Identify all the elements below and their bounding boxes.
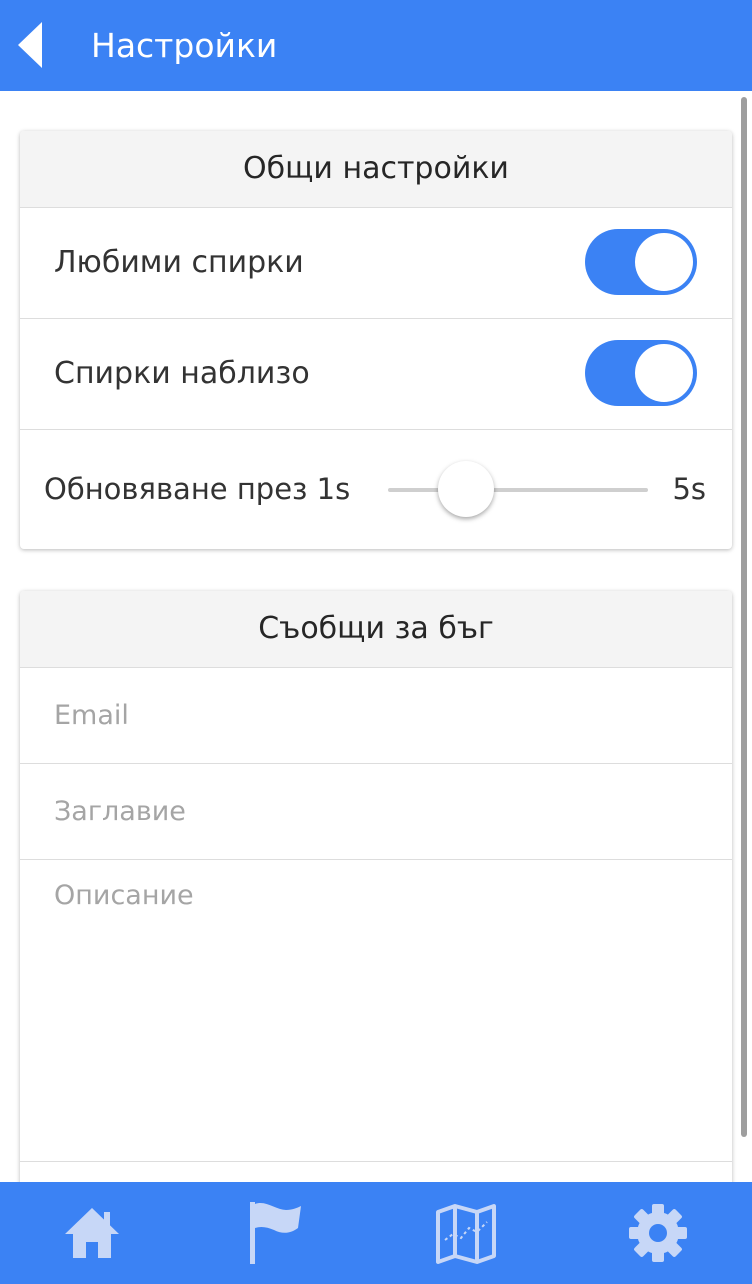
- flag-icon[interactable]: [240, 1200, 310, 1266]
- general-settings-card: Общи настройки Любими спирки Спирки набл…: [20, 131, 732, 549]
- refresh-interval-label: Обновяване през 1s: [44, 472, 351, 506]
- general-settings-title: Общи настройки: [20, 131, 732, 208]
- nearby-stops-toggle-knob: [635, 344, 693, 402]
- favorite-stops-toggle[interactable]: [585, 229, 697, 295]
- email-field[interactable]: [20, 668, 732, 764]
- favorite-stops-label: Любими спирки: [54, 245, 304, 280]
- refresh-interval-max-label: 5s: [672, 472, 706, 506]
- home-icon[interactable]: [57, 1200, 127, 1266]
- page-title: Настройки: [91, 26, 278, 65]
- nearby-stops-label: Спирки наблизо: [54, 356, 310, 391]
- favorite-stops-row: Любими спирки: [20, 208, 732, 319]
- favorite-stops-toggle-knob: [635, 233, 693, 291]
- settings-content[interactable]: Общи настройки Любими спирки Спирки набл…: [0, 91, 752, 1182]
- bottom-nav: [0, 1182, 752, 1284]
- refresh-interval-slider-thumb[interactable]: [438, 461, 494, 517]
- refresh-interval-slider-track[interactable]: [388, 488, 648, 492]
- refresh-interval-row: Обновяване през 1s 5s: [20, 430, 732, 540]
- nearby-stops-toggle[interactable]: [585, 340, 697, 406]
- nearby-stops-row: Спирки наблизо: [20, 319, 732, 430]
- map-icon[interactable]: [431, 1200, 501, 1266]
- bug-report-card: Съобщи за бъг: [20, 591, 732, 1182]
- subject-field[interactable]: [20, 764, 732, 860]
- app-header: Настройки: [0, 0, 752, 91]
- back-arrow-icon[interactable]: [10, 18, 54, 72]
- scrollbar[interactable]: [741, 97, 747, 1137]
- gear-icon[interactable]: [623, 1200, 693, 1266]
- description-field[interactable]: [20, 860, 732, 1162]
- bug-report-title: Съобщи за бъг: [20, 591, 732, 668]
